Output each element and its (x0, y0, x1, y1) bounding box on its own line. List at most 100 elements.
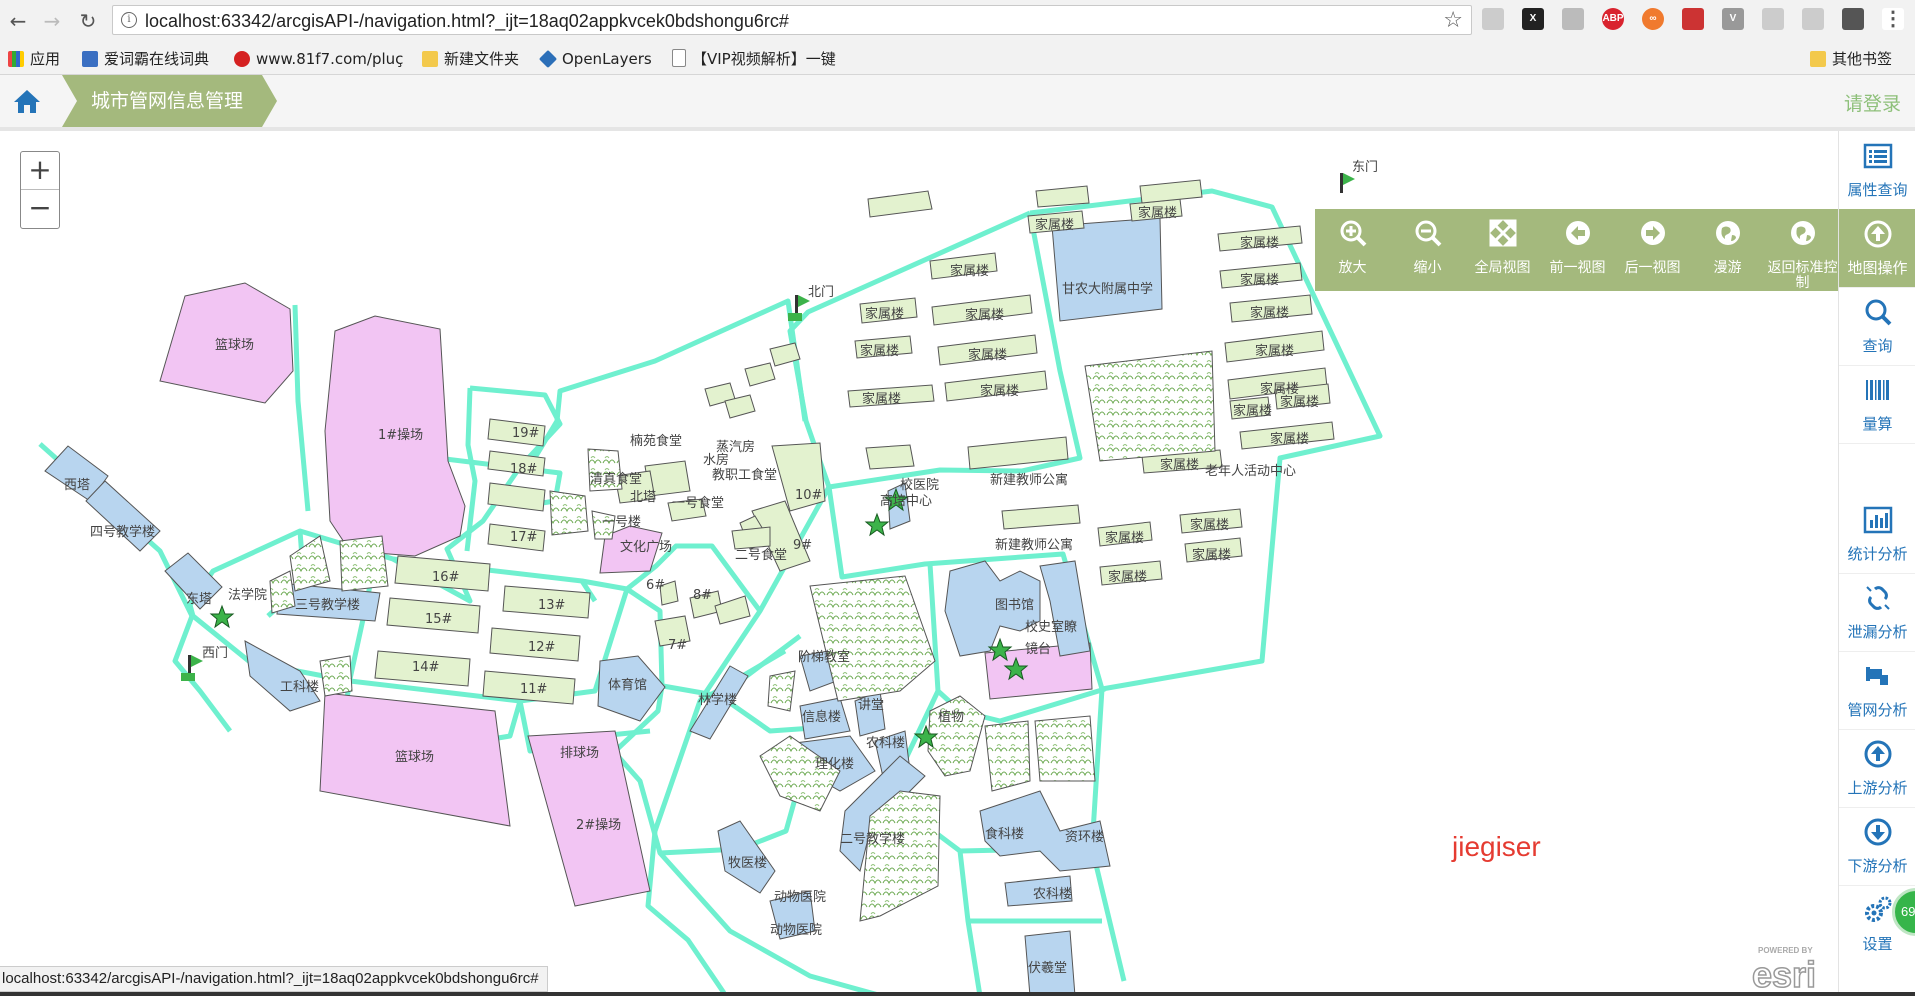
label-family-house: 家属楼 (862, 391, 901, 407)
label-place: 东塔 (186, 592, 212, 607)
extension-icon[interactable] (1682, 8, 1704, 30)
extension-icon[interactable]: V (1722, 8, 1744, 30)
sidebar-label: 管网分析 (1847, 701, 1908, 719)
label-family-house: 家属楼 (1240, 272, 1279, 288)
extension-icon[interactable]: ∞ (1642, 8, 1664, 30)
svg-text:esri: esri (1752, 954, 1816, 993)
label-place: 14# (412, 660, 439, 675)
esri-logo: POWERED BY esri (1751, 946, 1817, 993)
login-link[interactable]: 请登录 (1844, 89, 1901, 116)
label-place: 19# (512, 426, 539, 441)
sidebar-label: 上游分析 (1847, 779, 1908, 797)
label-place: 植物 (938, 710, 964, 725)
extension-icon[interactable] (1762, 8, 1784, 30)
tool-label: 全局视图 (1474, 260, 1531, 276)
label-west-gate: 西门 (202, 646, 228, 661)
tool-next-view[interactable]: 后一视图 (1615, 209, 1690, 291)
map-operation-toolbar: 放大 缩小 全局视图 前一视图 后一视图 漫游 返回标准控制 (1315, 209, 1838, 291)
flag-marker-east[interactable] (1340, 173, 1355, 193)
sidebar-label: 设置 (1862, 935, 1893, 953)
back-icon[interactable]: ← (6, 9, 30, 33)
label-place: 理化楼 (815, 757, 854, 772)
sidebar-item-attribute-query[interactable]: 属性查询 (1839, 131, 1915, 210)
bookmark-star-icon[interactable]: ☆ (1443, 8, 1463, 33)
zoom-in-icon (1340, 220, 1367, 247)
extension-icon[interactable]: X (1522, 8, 1544, 30)
sidebar-item-map-operation[interactable]: 地图操作 (1839, 209, 1915, 288)
label-place: 13# (538, 598, 565, 613)
address-url[interactable]: localhost:63342/arcgisAPI-/navigation.ht… (145, 11, 789, 32)
tool-previous-view[interactable]: 前一视图 (1540, 209, 1615, 291)
sidebar-item-network-analysis[interactable]: 管网分析 (1839, 651, 1915, 730)
menu-icon[interactable]: ⋮ (1882, 8, 1904, 30)
tool-pan[interactable]: 漫游 (1690, 209, 1765, 291)
arrow-up-circle-icon (1864, 220, 1892, 248)
tool-zoom-in[interactable]: 放大 (1315, 209, 1390, 291)
map-view[interactable]: 东门 北门 西门 篮球场 1#操场 西塔 四号教学楼 东塔 体育馆 三号教学楼 … (0, 131, 1838, 996)
info-icon[interactable]: i (121, 12, 137, 28)
sidebar-item-query[interactable]: 查询 (1839, 287, 1915, 366)
bookmark-iciba[interactable]: 爱词霸在线词典 (82, 48, 209, 70)
star-marker[interactable] (864, 512, 890, 537)
label-place: 高培中心 (880, 493, 932, 509)
sidebar-item-statistics[interactable]: 统计分析 (1839, 495, 1915, 574)
sidebar-item-upstream-analysis[interactable]: 上游分析 (1839, 729, 1915, 808)
bookmark-apps[interactable]: 应用 (8, 48, 60, 70)
label-place: 18# (510, 462, 537, 477)
label-place: 图书馆 (995, 598, 1034, 613)
sidebar-item-downstream-analysis[interactable]: 下游分析 (1839, 807, 1915, 886)
affiliated-middle-school (1051, 217, 1163, 322)
watermark-text: jiegiser (1452, 831, 1541, 862)
arrow-down-circle-icon (1864, 818, 1892, 846)
sidebar-item-leak-analysis[interactable]: 泄漏分析 (1839, 573, 1915, 652)
label-place: 讲堂 (858, 698, 884, 713)
breadcrumb[interactable]: 城市管网信息管理 (62, 75, 272, 127)
right-sidebar: 属性查询 地图操作 查询 量算 统计分析 泄漏分析 管网分析 上游分析 下游分析… (1838, 131, 1915, 996)
label-place: 甘农大附属中学 (1062, 281, 1153, 297)
folder-icon (1810, 51, 1826, 67)
bookmark-openlayers[interactable]: OpenLayers (538, 48, 652, 70)
label-place: 8# (693, 588, 712, 603)
browser-chrome: ← → ↻ i localhost:63342/arcgisAPI-/navig… (0, 0, 1915, 75)
extension-icon[interactable] (1562, 8, 1584, 30)
home-icon[interactable] (12, 87, 42, 115)
label-place: 食科楼 (985, 826, 1024, 842)
flag-marker-west[interactable] (181, 655, 203, 681)
sidebar-label: 统计分析 (1847, 545, 1908, 563)
label-place: 林学楼 (698, 692, 737, 708)
arrow-left-icon (1566, 221, 1590, 245)
sidebar-label: 查询 (1862, 337, 1893, 355)
label-place: 新建教师公寓 (990, 472, 1068, 488)
globe-icon (1716, 221, 1740, 245)
extension-icon[interactable] (1842, 8, 1864, 30)
forward-icon[interactable]: → (40, 9, 64, 33)
full-extent-icon (1489, 219, 1517, 247)
barcode-icon (1866, 380, 1889, 400)
pipe-icon (1866, 667, 1888, 685)
tool-zoom-out[interactable]: 缩小 (1390, 209, 1465, 291)
label-family-house: 家属楼 (1233, 403, 1272, 419)
sidebar-item-measure[interactable]: 量算 (1839, 365, 1915, 444)
bookmark-other[interactable]: 其他书签 (1810, 48, 1892, 70)
address-bar[interactable]: i localhost:63342/arcgisAPI-/navigation.… (112, 5, 1472, 35)
list-icon (1863, 143, 1893, 169)
label-place: 阶梯教室 (798, 649, 850, 665)
extension-icon[interactable] (1802, 8, 1824, 30)
adblock-icon[interactable]: ABP (1602, 8, 1624, 30)
tool-full-extent[interactable]: 全局视图 (1465, 209, 1540, 291)
star-marker[interactable] (209, 604, 235, 629)
bookmark-folder[interactable]: 新建文件夹 (422, 48, 519, 70)
label-place: 1#操场 (378, 427, 423, 443)
bookmark-81f7[interactable]: www.81f7.com/pluç (234, 48, 403, 70)
page-icon (672, 49, 686, 67)
label-family-house: 家属楼 (1035, 217, 1074, 233)
bookmark-vip[interactable]: 【VIP视频解析】一键 (672, 48, 836, 70)
tool-return-standard[interactable]: 返回标准控制 (1765, 209, 1838, 291)
zoom-in-button[interactable]: + (21, 152, 59, 189)
extension-icon[interactable] (1482, 8, 1504, 30)
zoom-out-button[interactable]: − (21, 189, 59, 227)
zoom-out-icon (1415, 220, 1442, 247)
reload-icon[interactable]: ↻ (76, 9, 100, 33)
globe-return-icon (1791, 221, 1815, 245)
label-place: 牧医楼 (728, 856, 767, 871)
